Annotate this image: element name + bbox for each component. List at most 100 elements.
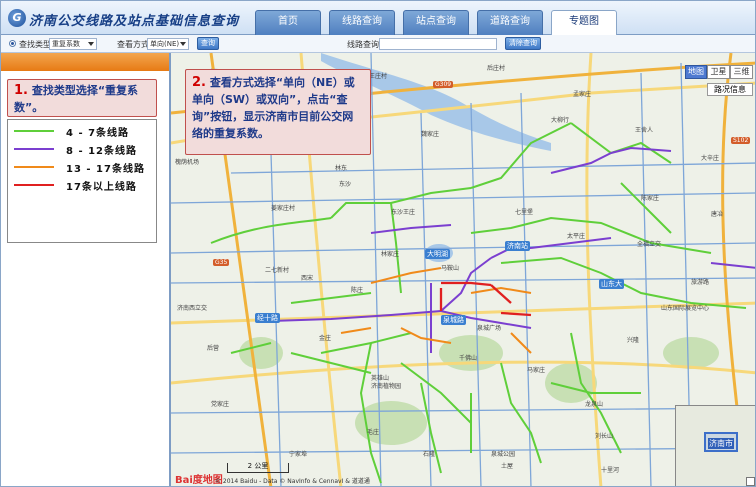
road-query-input[interactable] <box>379 38 497 50</box>
place-label: 东沙王庄 <box>391 209 416 216</box>
app-title: 济南公交线路及站点基础信息查询 <box>29 14 240 29</box>
park-area <box>663 337 719 369</box>
place-label: 党家庄 <box>211 401 230 408</box>
legend-label: 8 - 12条线路 <box>66 146 137 157</box>
place-label: 西宋 <box>301 275 314 282</box>
place-label: 土屋 <box>501 463 514 470</box>
place-label: 东沙 <box>339 181 352 188</box>
place-label: 姜家庄村 <box>271 205 296 212</box>
place-label: 太平庄 <box>567 233 586 240</box>
place-label: 毛庄 <box>367 429 380 436</box>
query-button[interactable]: 查询 <box>197 37 219 50</box>
instruction-callout-1: 1. 查找类型选择“重复系数”。 <box>7 79 157 117</box>
legend-label: 4 - 7条线路 <box>66 128 130 139</box>
legend-item: 13 - 17条线路 <box>14 160 154 175</box>
left-panel: 4 - 7条线路 8 - 12条线路 13 - 17条线路 17条以上线路 <box>1 53 171 486</box>
place-label: 唐冶 <box>711 211 724 218</box>
query-toolbar: 查找类型 重复系数 查看方式 单向(NE) 查询 线路查询 清除查询 <box>1 35 755 53</box>
place-label: 大辛庄 <box>701 155 720 162</box>
legend-swatch <box>14 166 54 168</box>
app-logo-icon: G <box>8 9 26 27</box>
map-copyright: © 2014 Baidu - Data © NavInfo & CennavI … <box>215 478 370 485</box>
search-type-label: 查找类型 <box>19 40 51 49</box>
place-label: 十里河 <box>601 467 620 474</box>
chevron-down-icon <box>88 42 94 46</box>
place-label: 陈庄 <box>351 287 364 294</box>
header-bar: G 济南公交线路及站点基础信息查询 首页 线路查询 站点查询 道路查询 专题图 <box>1 1 755 35</box>
clear-query-button[interactable]: 清除查询 <box>505 37 541 50</box>
place-label: 陈家庄 <box>641 195 660 202</box>
place-label: 马鞍山 <box>441 265 460 272</box>
search-type-select[interactable]: 重复系数 <box>49 38 97 50</box>
place-label: 孟家庄 <box>573 91 592 98</box>
place-label: 泉城公园 <box>491 451 516 458</box>
legend-label: 13 - 17条线路 <box>66 164 145 175</box>
tab-line-query[interactable]: 线路查询 <box>329 10 395 35</box>
landmark-badge: 大明湖 <box>425 249 450 259</box>
place-label: 魏家庄 <box>421 131 440 138</box>
legend-swatch <box>14 130 54 132</box>
place-label: 兴隆 <box>627 337 640 344</box>
panel-header-band <box>1 53 169 71</box>
callout-text: 查找类型选择“重复系数”。 <box>14 84 139 114</box>
landmark-badge: 泉城路 <box>441 315 466 325</box>
callout-text: 查看方式选择“单向（NE）或单向（SW）或双向”，点击“查询”按钮，显示济南市目… <box>192 76 355 140</box>
road-query-label: 线路查询 <box>347 40 379 49</box>
tab-home[interactable]: 首页 <box>255 10 321 35</box>
place-label: 槐荫机场 <box>175 159 200 166</box>
legend-item: 17条以上线路 <box>14 178 154 193</box>
place-label: 后庄村 <box>487 65 506 72</box>
view-mode-value: 单向(NE) <box>150 40 180 48</box>
map-type-satellite-button[interactable]: 卫星 <box>707 65 730 79</box>
chevron-down-icon <box>180 42 186 46</box>
map-scale-bar: 2 公里 <box>227 463 289 473</box>
landmark-badge: 经十路 <box>255 313 280 323</box>
place-label: 大柳行 <box>551 117 570 124</box>
minimap-collapse-icon[interactable] <box>746 477 755 486</box>
legend-label: 17条以上线路 <box>66 182 137 193</box>
place-label: 马家庄 <box>527 367 546 374</box>
map-type-switch: 地图 卫星 三维 <box>685 65 753 79</box>
callout-number: 1. <box>14 83 28 98</box>
minimap-city-label: 济南市 <box>708 438 734 449</box>
map-type-map-button[interactable]: 地图 <box>685 65 707 79</box>
place-label: 刘长山 <box>595 433 614 440</box>
place-label: 王庄村 <box>369 73 388 80</box>
place-label: 后营 <box>207 345 220 352</box>
place-label: 济南植物园 <box>371 383 402 390</box>
legend-swatch <box>14 148 54 150</box>
search-type-radio[interactable] <box>9 40 16 47</box>
place-label: 王舍人 <box>635 127 654 134</box>
view-mode-select[interactable]: 单向(NE) <box>147 38 189 50</box>
overview-minimap[interactable]: 济南市 <box>675 405 755 486</box>
place-label: 林东 <box>335 165 348 172</box>
place-label: 龙泉山 <box>585 401 604 408</box>
traffic-info-label: 路况信息 <box>714 85 746 94</box>
place-label: 石隆 <box>423 451 436 458</box>
highway-badge: G309 <box>433 81 454 88</box>
route-density-legend: 4 - 7条线路 8 - 12条线路 13 - 17条线路 17条以上线路 <box>7 119 157 243</box>
place-label: 七里堡 <box>515 209 534 216</box>
highway-badge: S102 <box>731 137 751 144</box>
tab-thematic-map[interactable]: 专题图 <box>551 10 617 35</box>
place-label: 山东国际展览中心 <box>661 305 710 312</box>
tab-road-query[interactable]: 道路查询 <box>477 10 543 35</box>
highway-badge: G35 <box>213 259 230 266</box>
map-type-3d-button[interactable]: 三维 <box>730 65 753 79</box>
place-label: 金庄 <box>319 335 332 342</box>
legend-swatch <box>14 184 54 186</box>
landmark-badge: 山东大 <box>599 279 624 289</box>
landmark-badge: 济南站 <box>505 241 530 251</box>
place-label: 千佛山 <box>459 355 478 362</box>
traffic-info-button[interactable]: 路况信息 <box>707 83 753 96</box>
callout-number: 2. <box>192 75 206 90</box>
instruction-callout-2: 2. 查看方式选择“单向（NE）或单向（SW）或双向”，点击“查询”按钮，显示济… <box>185 69 371 155</box>
app-window: G 济南公交线路及站点基础信息查询 首页 线路查询 站点查询 道路查询 专题图 … <box>0 0 756 487</box>
place-label: 宁家埠 <box>289 451 308 458</box>
place-label: 全福立交 <box>637 241 662 248</box>
place-label: 旅游路 <box>691 279 710 286</box>
tab-stop-query[interactable]: 站点查询 <box>403 10 469 35</box>
place-label: 济南西立交 <box>177 305 208 312</box>
search-type-value: 重复系数 <box>52 40 80 48</box>
view-mode-label: 查看方式 <box>117 40 149 49</box>
